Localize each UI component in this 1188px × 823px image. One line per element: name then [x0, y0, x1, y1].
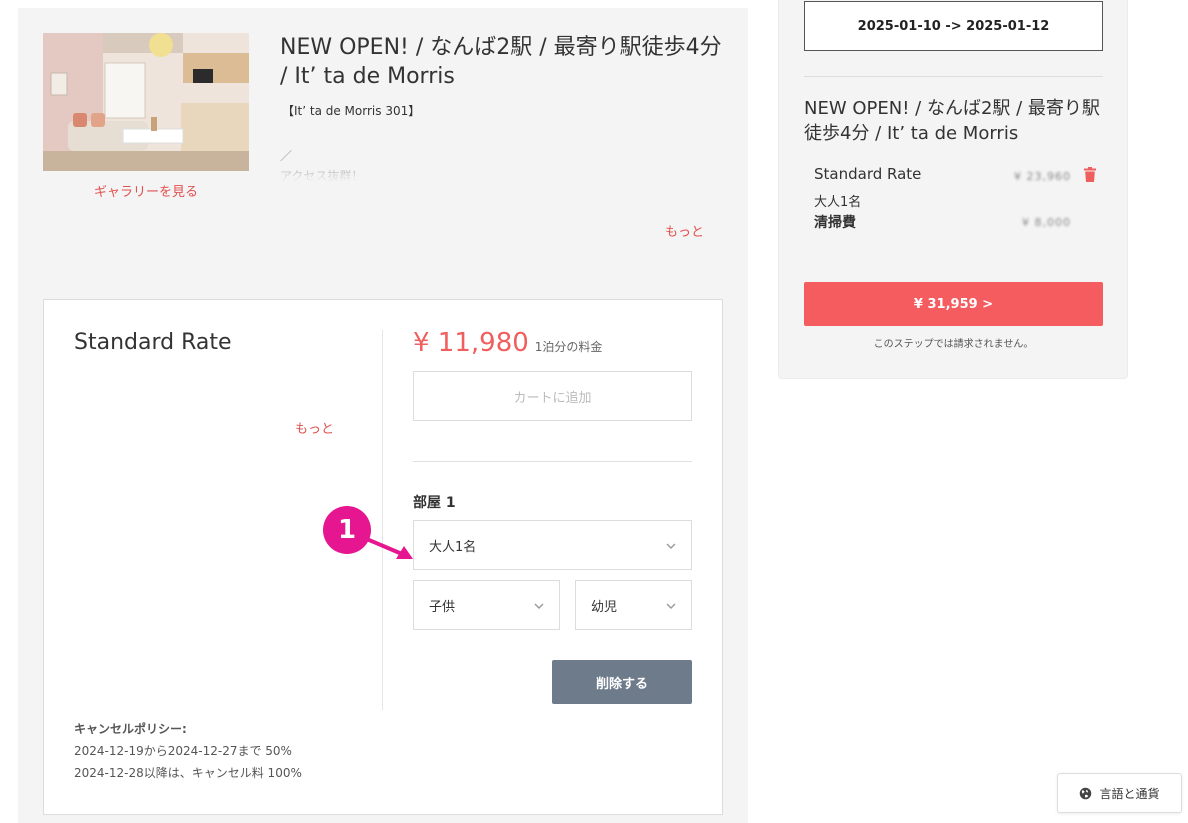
divider [413, 461, 692, 462]
divider [382, 330, 383, 710]
trash-icon[interactable] [1084, 167, 1096, 182]
cart-item-name: Standard Rate [814, 165, 922, 183]
listing-more-link[interactable]: もっと [665, 221, 704, 240]
rate-more-link[interactable]: もっと [295, 418, 334, 437]
adults-select[interactable]: 大人1名 [413, 520, 692, 570]
room-label: 部屋 1 [413, 495, 456, 511]
description-line: アクセス抜群！ [280, 169, 364, 182]
no-charge-note: このステップでは請求されません。 [873, 339, 1034, 350]
chevron-down-icon [666, 539, 676, 552]
rate-title: Standard Rate [74, 330, 232, 355]
delete-room-button[interactable]: 削除する [552, 660, 692, 704]
infants-select[interactable]: 幼児 [575, 580, 692, 630]
cart-item-price: ¥ 23,960 [1014, 170, 1071, 183]
children-select[interactable]: 子供 [413, 580, 560, 630]
description-line: ／ [280, 149, 293, 163]
cart-listing-title: NEW OPEN! / なんば2駅 / 最寄り駅徒歩4分 / It’ ta de… [804, 98, 1100, 144]
cart-panel: 2025-01-10 -> 2025-01-12 NEW OPEN! / なんば… [778, 0, 1128, 379]
listing-description: ／ アクセス抜群！ [280, 146, 700, 182]
language-currency-button[interactable]: 言語と通貨 [1057, 773, 1182, 813]
cancel-policy-line: 2024-12-19から2024-12-27まで 50% [74, 744, 292, 758]
rate-price-row: ¥ 11,980 1泊分の料金 [413, 328, 602, 358]
listing-photo[interactable] [43, 33, 249, 171]
rate-price: ¥ 11,980 [413, 328, 529, 358]
checkout-button[interactable]: ¥ 31,959 > [804, 282, 1103, 326]
cleaning-fee-label: 清掃費 [814, 215, 856, 231]
annotation-arrow-icon [360, 535, 413, 559]
cancel-policy-title: キャンセルポリシー: [74, 722, 187, 736]
cancel-policy: キャンセルポリシー: 2024-12-19から2024-12-27まで 50% … [74, 718, 302, 784]
room-photo-image [43, 33, 249, 171]
add-to-cart-button[interactable]: カートに追加 [413, 371, 692, 421]
language-button-label: 言語と通貨 [1099, 786, 1160, 801]
cleaning-fee-price: ¥ 8,000 [1022, 216, 1071, 229]
globe-icon [1080, 787, 1092, 799]
listing-title: NEW OPEN! / なんば2駅 / 最寄り駅徒歩4分 / It’ ta de… [280, 35, 722, 89]
cancel-policy-line: 2024-12-28以降は、キャンセル料 100% [74, 766, 302, 780]
infants-select-value: 幼児 [591, 599, 618, 615]
rate-price-unit: 1泊分の料金 [534, 340, 603, 354]
listing-subtitle: 【It’ ta de Morris 301】 [282, 104, 421, 118]
adults-select-value: 大人1名 [429, 539, 477, 555]
chevron-down-icon [666, 599, 676, 612]
divider [804, 76, 1103, 77]
children-select-value: 子供 [429, 599, 456, 615]
chevron-down-icon [534, 599, 544, 612]
gallery-link[interactable]: ギャラリーを見る [43, 181, 249, 200]
date-range-field[interactable]: 2025-01-10 -> 2025-01-12 [804, 1, 1103, 51]
cart-item-guests: 大人1名 [814, 195, 862, 210]
